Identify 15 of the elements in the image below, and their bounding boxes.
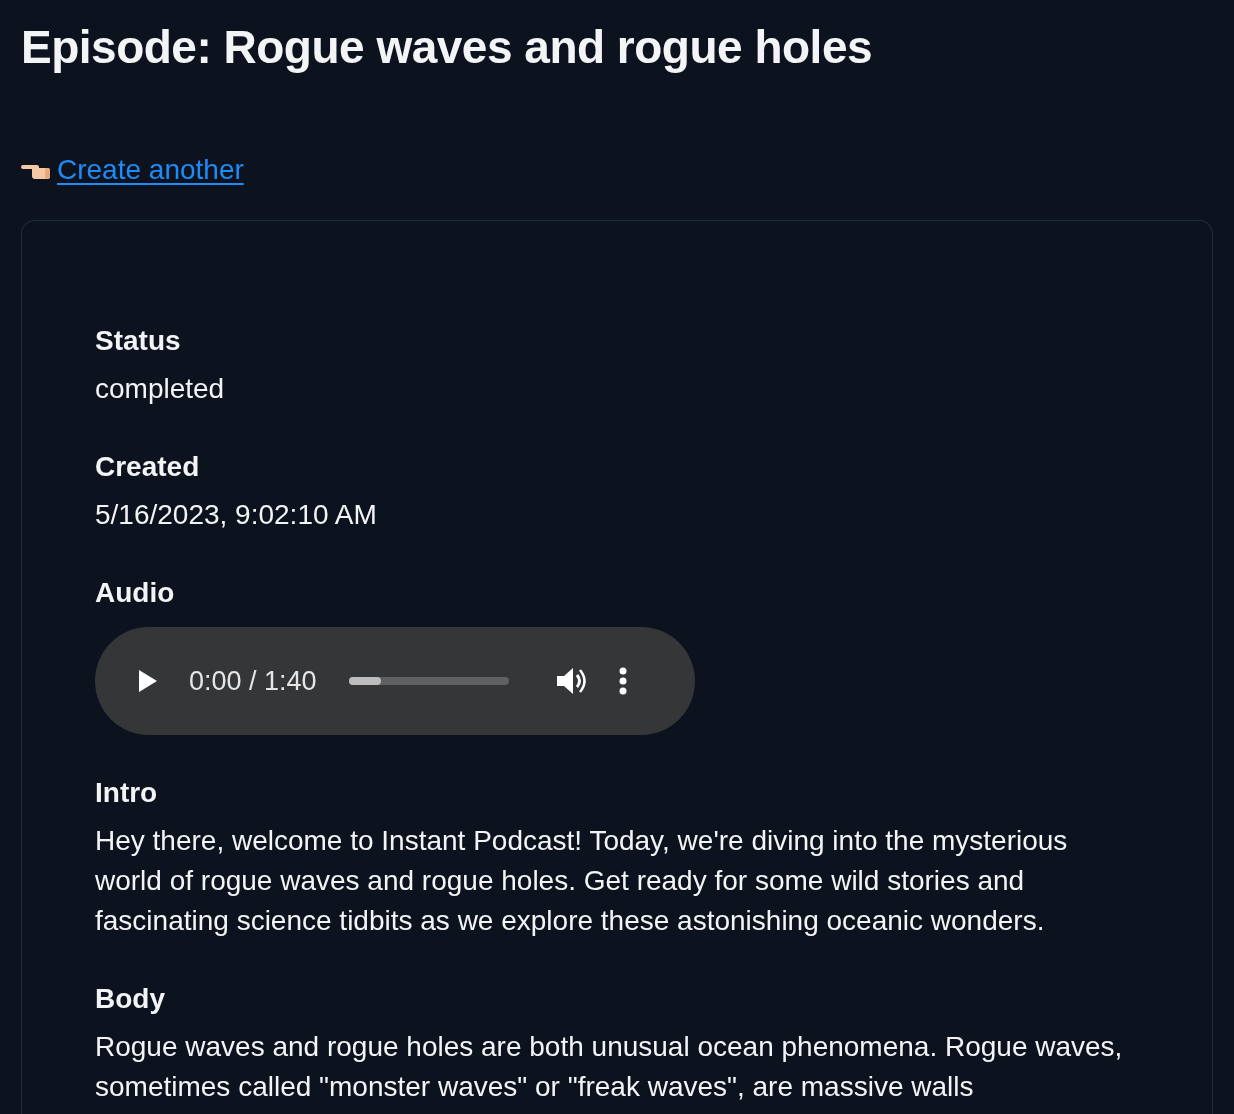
field-value: 5/16/2023, 9:02:10 AM <box>95 498 378 532</box>
field-label: Created <box>95 450 201 484</box>
field-value: Hey there, welcome to Instant Podcast! Today, we're diving into the mysterious world of rogue waves and rogue holes. Get ready for some wild stories and fascinating science tidbits as we explore these astonishing oceanic wonders. <box>95 824 1069 938</box>
field-value: Rogue waves and rogue holes are both unusual ocean phenomena. Rogue waves, sometimes called "monster waves" or "freak waves", are massive walls <box>95 1030 1124 1104</box>
field-label: Audio <box>95 576 176 610</box>
create-another-link[interactable]: Create another <box>21 154 244 186</box>
field-value: completed <box>95 372 226 406</box>
field-label: Body <box>95 982 166 1016</box>
playback-time: 0:00 / 1:40 <box>189 665 317 697</box>
page-title: Episode: Rogue waves and rogue holes <box>21 20 874 75</box>
field-label: Status <box>95 324 182 358</box>
volume-button[interactable] <box>554 665 589 697</box>
field-label: Intro <box>95 776 159 810</box>
progress-slider[interactable] <box>348 677 509 685</box>
more-options-button[interactable] <box>618 667 627 695</box>
